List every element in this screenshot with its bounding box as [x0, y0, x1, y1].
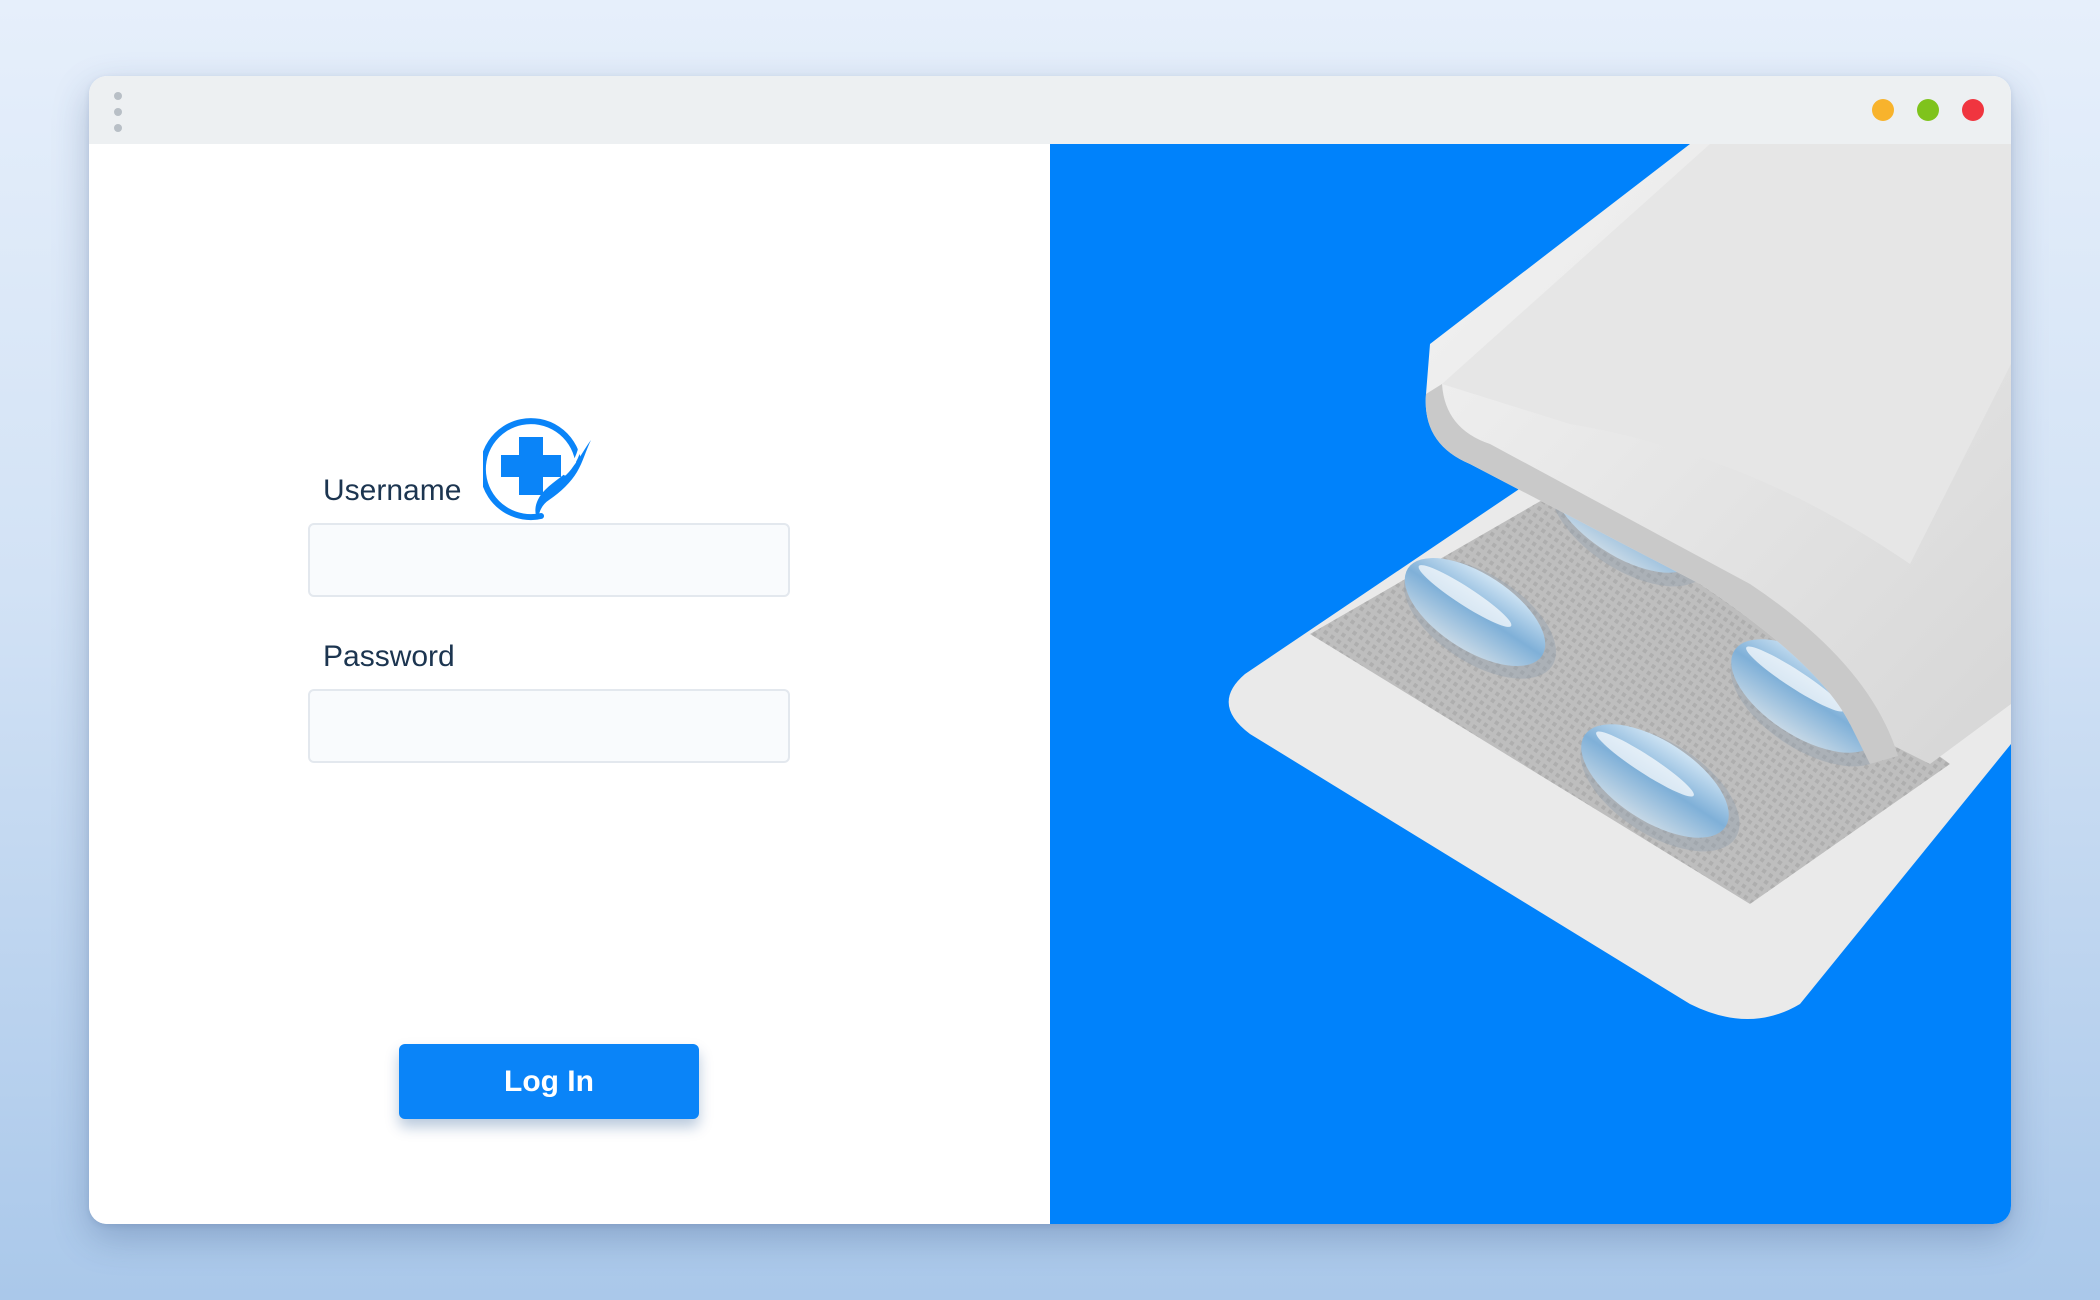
- kebab-menu-icon[interactable]: [109, 92, 127, 132]
- blister-pack-capsules-image: [1228, 144, 2011, 1019]
- minimize-button[interactable]: [1872, 99, 1894, 121]
- hero-image-panel: [1050, 144, 2011, 1224]
- maximize-button[interactable]: [1917, 99, 1939, 121]
- password-input[interactable]: [308, 689, 790, 763]
- login-button[interactable]: Log In: [399, 1044, 699, 1119]
- password-label: Password: [323, 640, 455, 673]
- title-bar: [89, 76, 2011, 144]
- username-input[interactable]: [308, 523, 790, 597]
- browser-window: Username Password Log In: [89, 76, 2011, 1224]
- login-panel: Username Password Log In: [89, 144, 1050, 1224]
- medical-cross-hand-icon: [483, 418, 591, 521]
- close-button[interactable]: [1962, 99, 1984, 121]
- username-label: Username: [323, 474, 462, 507]
